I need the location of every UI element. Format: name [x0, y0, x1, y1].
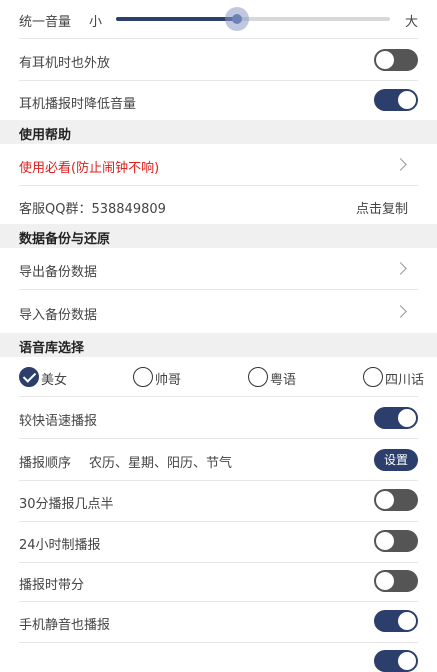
h24-toggle[interactable] — [374, 530, 418, 552]
earphone-lower-toggle[interactable] — [374, 89, 418, 111]
volume-slider-thumb[interactable] — [224, 7, 249, 31]
import-row[interactable]: 导入备份数据 — [0, 290, 437, 333]
import-label: 导入备份数据 — [19, 308, 98, 323]
section-help: 使用帮助 — [0, 120, 437, 144]
order-value: 农历、星期、阳历、节气 — [89, 456, 233, 471]
half-hour-label: 30分播报几点半 — [19, 497, 114, 512]
must-read-row[interactable]: 使用必看(防止闹钟不响) — [0, 144, 437, 185]
with-minutes-label: 播报时带分 — [19, 578, 85, 593]
must-read-label: 使用必看(防止闹钟不响) — [19, 161, 160, 176]
qq-label: 客服QQ群：538849809 — [19, 202, 166, 217]
section-help-title: 使用帮助 — [19, 128, 72, 143]
fast-speech-row[interactable]: 较快语速播报 — [0, 397, 437, 438]
chevron-right-icon — [394, 305, 407, 318]
order-settings-button[interactable]: 设置 — [374, 449, 418, 471]
fast-speech-label: 较快语速播报 — [19, 414, 98, 429]
radio-unchecked-icon — [133, 367, 153, 387]
earphone-speaker-toggle[interactable] — [374, 49, 418, 71]
export-label: 导出备份数据 — [19, 265, 98, 280]
radio-checked-icon — [19, 367, 39, 387]
earphone-lower-label: 耳机播报时降低音量 — [19, 97, 137, 112]
volume-label: 统一音量 — [19, 15, 72, 30]
radio-unchecked-icon — [363, 367, 383, 387]
section-backup-title: 数据备份与还原 — [19, 232, 111, 247]
silent-mode-toggle[interactable] — [374, 610, 418, 632]
voice-option-label: 美女 — [41, 373, 68, 388]
copy-link[interactable]: 点击复制 — [356, 198, 408, 217]
volume-min-label: 小 — [89, 15, 103, 30]
fast-speech-toggle[interactable] — [374, 407, 418, 429]
with-minutes-row[interactable]: 播报时带分 — [0, 563, 437, 601]
voice-option-label: 四川话 — [385, 373, 425, 388]
order-label: 播报顺序 — [19, 456, 72, 471]
earphone-speaker-row[interactable]: 有耳机时也外放 — [0, 39, 437, 80]
volume-slider-fill — [116, 17, 237, 21]
order-row: 播报顺序 农历、星期、阳历、节气 设置 — [0, 439, 437, 480]
half-hour-row[interactable]: 30分播报几点半 — [0, 481, 437, 521]
volume-slider[interactable] — [116, 7, 390, 31]
voice-option-label: 帅哥 — [155, 373, 182, 388]
qq-row[interactable]: 客服QQ群：538849809 点击复制 — [0, 186, 437, 224]
with-minutes-toggle[interactable] — [374, 570, 418, 592]
earphone-lower-row[interactable]: 耳机播报时降低音量 — [0, 81, 437, 120]
chevron-right-icon — [394, 262, 407, 275]
chevron-right-icon — [394, 158, 407, 171]
radio-unchecked-icon — [248, 367, 268, 387]
voice-option-label: 粤语 — [270, 373, 297, 388]
h24-row[interactable]: 24小时制播报 — [0, 522, 437, 562]
section-voice: 语音库选择 — [0, 333, 437, 357]
silent-mode-label: 手机静音也播报 — [19, 618, 111, 633]
divider — [19, 642, 418, 643]
section-backup: 数据备份与还原 — [0, 224, 437, 248]
h24-label: 24小时制播报 — [19, 538, 101, 553]
section-voice-title: 语音库选择 — [19, 341, 85, 356]
volume-row: 统一音量 小 大 — [0, 0, 437, 38]
earphone-speaker-label: 有耳机时也外放 — [19, 56, 111, 71]
volume-max-label: 大 — [405, 15, 419, 30]
export-row[interactable]: 导出备份数据 — [0, 248, 437, 289]
next-row-toggle[interactable] — [374, 650, 418, 672]
half-hour-toggle[interactable] — [374, 489, 418, 511]
silent-mode-row[interactable]: 手机静音也播报 — [0, 602, 437, 642]
